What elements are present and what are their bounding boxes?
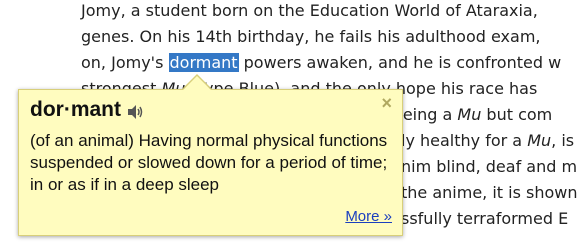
article-line: nim blind, deaf and m — [401, 157, 578, 176]
article-italic-term: Mu — [527, 131, 552, 150]
article-line: on, Jomy's dormant powers awaken, and he… — [81, 50, 561, 76]
selected-word[interactable]: dormant — [168, 53, 239, 72]
headword-text: dor·mant — [30, 98, 121, 121]
article-text-segment: but com — [481, 105, 553, 124]
article-text-segment: powers awaken, and he is confronted w — [243, 53, 562, 72]
dictionary-popup: dor·mant × (of an animal) Having normal … — [18, 89, 403, 236]
article-text-segment: , is — [551, 131, 575, 150]
article-italic-term: Mu — [457, 105, 482, 124]
speaker-icon[interactable] — [127, 102, 145, 119]
article-line: the anime, it is shown — [401, 183, 578, 202]
article-line: Jomy, a student born on the Education Wo… — [81, 1, 538, 20]
article-line: ssfully terraformed E — [401, 209, 569, 228]
article-line: ly healthy for a Mu, is — [401, 128, 574, 154]
article-text-segment: ly healthy for a — [401, 131, 528, 150]
more-link[interactable]: More » — [345, 208, 392, 225]
popup-pointer-fill — [183, 76, 211, 90]
popup-headword: dor·mant — [30, 98, 145, 122]
popup-definition: (of an animal) Having normal physical fu… — [30, 131, 388, 194]
article-text-segment: on, Jomy's — [81, 53, 164, 72]
close-icon[interactable]: × — [381, 93, 392, 114]
article-line: genes. On his 14th birthday, he fails hi… — [81, 27, 541, 46]
